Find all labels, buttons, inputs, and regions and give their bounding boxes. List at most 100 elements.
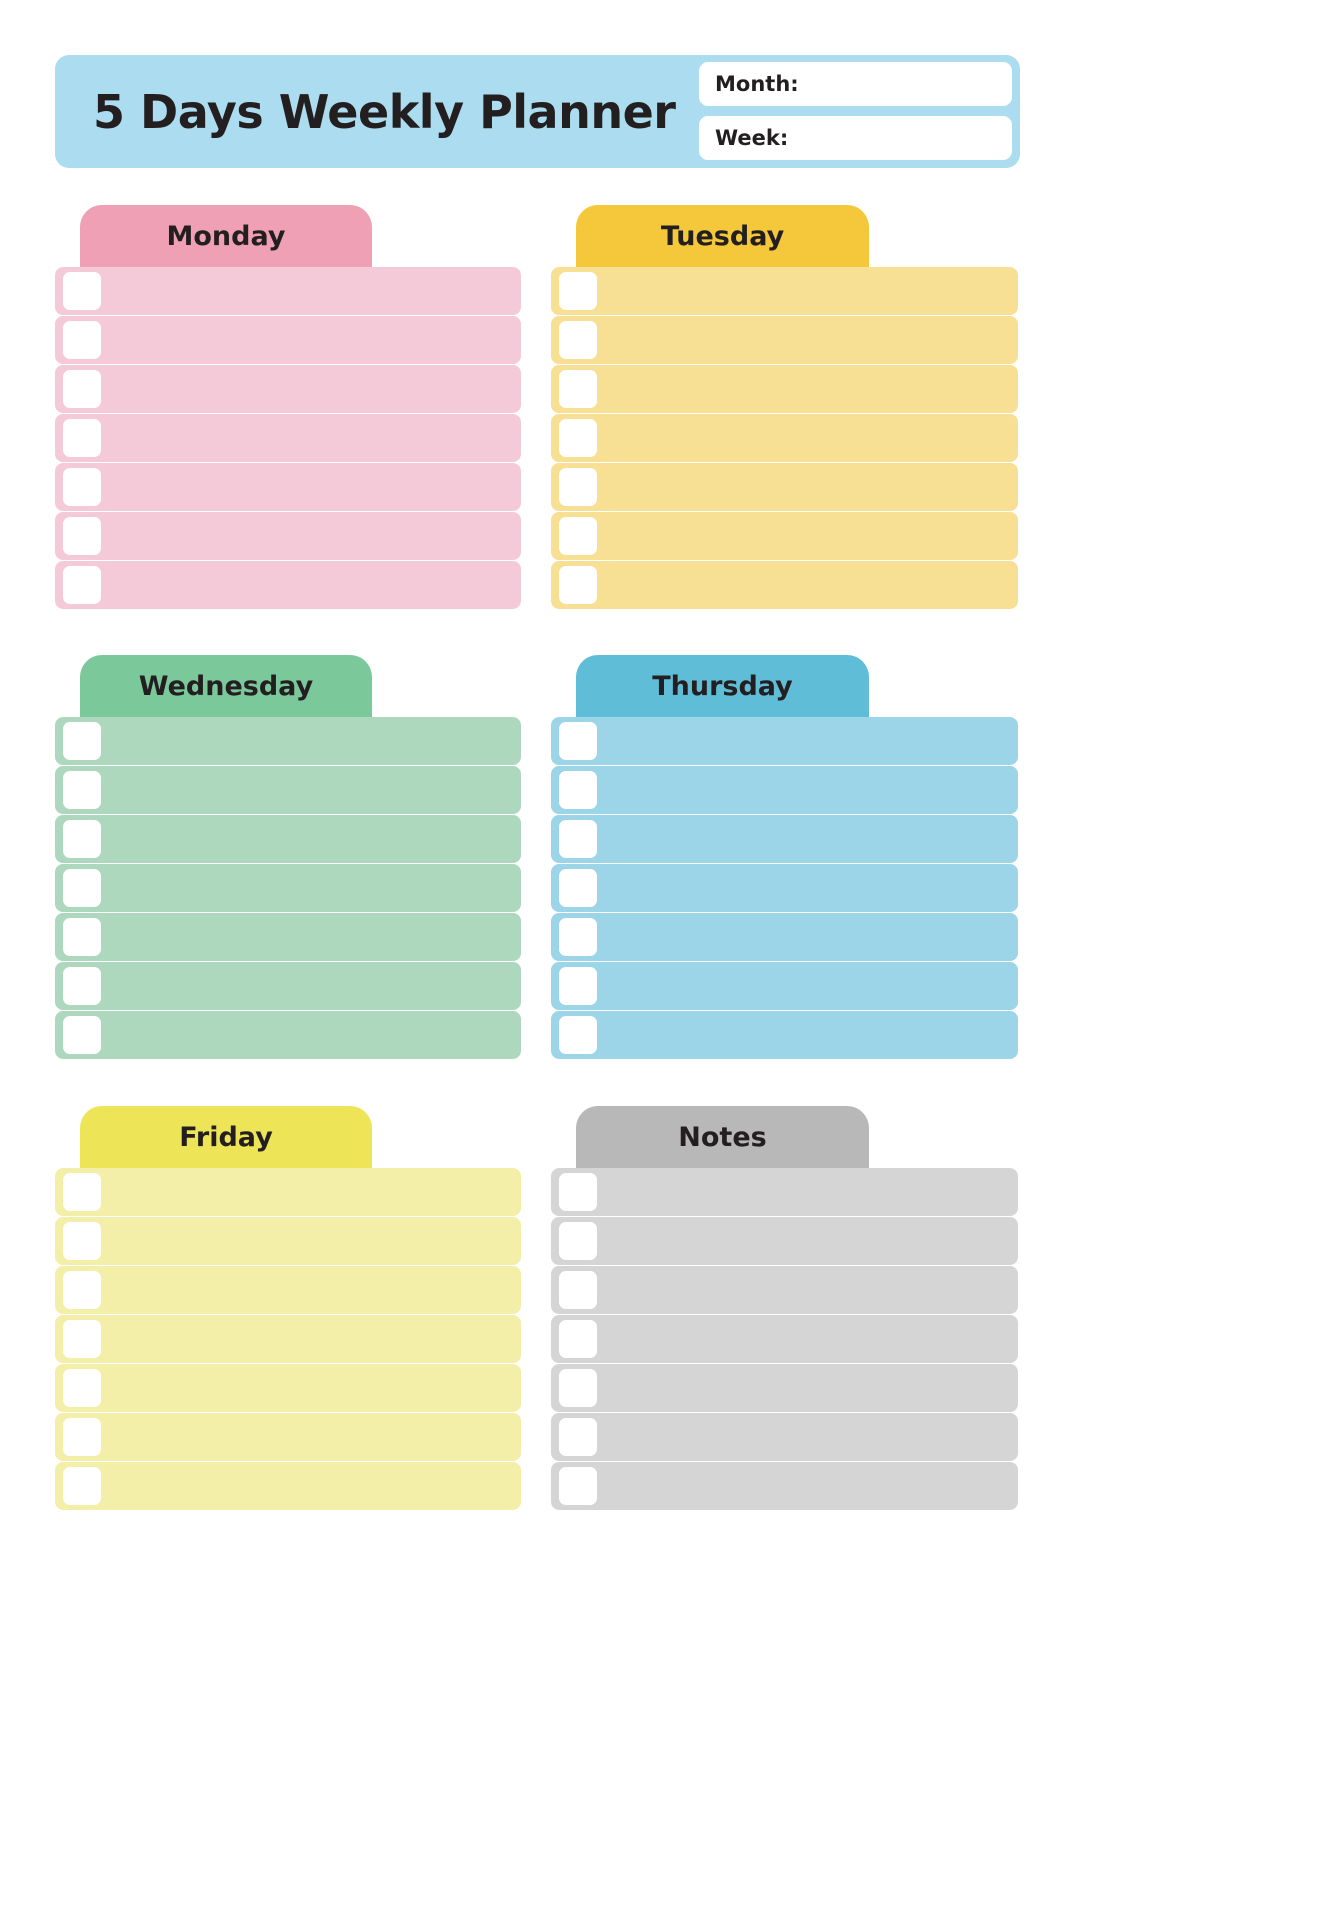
row-text-field[interactable] xyxy=(109,815,521,863)
checkbox-icon[interactable] xyxy=(63,1320,101,1358)
checkbox-icon[interactable] xyxy=(63,419,101,457)
card-row[interactable] xyxy=(551,815,1018,863)
card-row[interactable] xyxy=(55,463,521,511)
checkbox-icon[interactable] xyxy=(63,272,101,310)
row-text-field[interactable] xyxy=(109,1168,521,1216)
checkbox-icon[interactable] xyxy=(63,468,101,506)
week-field[interactable]: Week: xyxy=(699,116,1012,160)
row-text-field[interactable] xyxy=(605,962,1018,1010)
checkbox-icon[interactable] xyxy=(559,468,597,506)
checkbox-icon[interactable] xyxy=(63,722,101,760)
checkbox-icon[interactable] xyxy=(63,1016,101,1054)
checkbox-icon[interactable] xyxy=(63,869,101,907)
card-tab-thursday[interactable]: Thursday xyxy=(576,655,869,717)
card-row[interactable] xyxy=(551,913,1018,961)
card-row[interactable] xyxy=(55,815,521,863)
checkbox-icon[interactable] xyxy=(63,321,101,359)
checkbox-icon[interactable] xyxy=(559,321,597,359)
checkbox-icon[interactable] xyxy=(559,771,597,809)
checkbox-icon[interactable] xyxy=(63,517,101,555)
row-text-field[interactable] xyxy=(605,1364,1018,1412)
card-row[interactable] xyxy=(55,267,521,315)
card-row[interactable] xyxy=(55,1364,521,1412)
card-row[interactable] xyxy=(55,1315,521,1363)
card-row[interactable] xyxy=(551,1011,1018,1059)
row-text-field[interactable] xyxy=(109,365,521,413)
row-text-field[interactable] xyxy=(605,717,1018,765)
row-text-field[interactable] xyxy=(605,1217,1018,1265)
row-text-field[interactable] xyxy=(605,766,1018,814)
row-text-field[interactable] xyxy=(605,267,1018,315)
row-text-field[interactable] xyxy=(605,1168,1018,1216)
checkbox-icon[interactable] xyxy=(559,820,597,858)
checkbox-icon[interactable] xyxy=(63,566,101,604)
card-row[interactable] xyxy=(55,766,521,814)
row-text-field[interactable] xyxy=(109,766,521,814)
card-row[interactable] xyxy=(55,1413,521,1461)
card-row[interactable] xyxy=(55,1168,521,1216)
card-row[interactable] xyxy=(551,561,1018,609)
checkbox-icon[interactable] xyxy=(559,1173,597,1211)
checkbox-icon[interactable] xyxy=(559,1222,597,1260)
card-row[interactable] xyxy=(55,1217,521,1265)
card-row[interactable] xyxy=(55,717,521,765)
checkbox-icon[interactable] xyxy=(559,1320,597,1358)
row-text-field[interactable] xyxy=(109,316,521,364)
checkbox-icon[interactable] xyxy=(63,1222,101,1260)
card-row[interactable] xyxy=(551,1364,1018,1412)
row-text-field[interactable] xyxy=(109,864,521,912)
checkbox-icon[interactable] xyxy=(63,1467,101,1505)
row-text-field[interactable] xyxy=(109,913,521,961)
row-text-field[interactable] xyxy=(605,1266,1018,1314)
card-row[interactable] xyxy=(551,1413,1018,1461)
checkbox-icon[interactable] xyxy=(559,419,597,457)
card-row[interactable] xyxy=(551,717,1018,765)
row-text-field[interactable] xyxy=(605,414,1018,462)
card-row[interactable] xyxy=(551,962,1018,1010)
row-text-field[interactable] xyxy=(605,1315,1018,1363)
checkbox-icon[interactable] xyxy=(63,1271,101,1309)
card-row[interactable] xyxy=(55,365,521,413)
checkbox-icon[interactable] xyxy=(63,967,101,1005)
checkbox-icon[interactable] xyxy=(559,566,597,604)
checkbox-icon[interactable] xyxy=(559,1418,597,1456)
row-text-field[interactable] xyxy=(109,717,521,765)
row-text-field[interactable] xyxy=(109,1462,521,1510)
checkbox-icon[interactable] xyxy=(559,370,597,408)
row-text-field[interactable] xyxy=(605,815,1018,863)
card-row[interactable] xyxy=(551,1168,1018,1216)
card-row[interactable] xyxy=(551,267,1018,315)
card-row[interactable] xyxy=(551,766,1018,814)
card-tab-tuesday[interactable]: Tuesday xyxy=(576,205,869,267)
card-row[interactable] xyxy=(55,1011,521,1059)
checkbox-icon[interactable] xyxy=(559,1016,597,1054)
card-tab-notes[interactable]: Notes xyxy=(576,1106,869,1168)
card-row[interactable] xyxy=(55,864,521,912)
card-row[interactable] xyxy=(55,512,521,560)
card-row[interactable] xyxy=(55,1462,521,1510)
row-text-field[interactable] xyxy=(605,864,1018,912)
card-tab-monday[interactable]: Monday xyxy=(80,205,372,267)
card-row[interactable] xyxy=(551,1315,1018,1363)
checkbox-icon[interactable] xyxy=(559,1467,597,1505)
card-row[interactable] xyxy=(55,316,521,364)
row-text-field[interactable] xyxy=(109,267,521,315)
checkbox-icon[interactable] xyxy=(559,1369,597,1407)
checkbox-icon[interactable] xyxy=(559,272,597,310)
row-text-field[interactable] xyxy=(109,463,521,511)
row-text-field[interactable] xyxy=(605,913,1018,961)
row-text-field[interactable] xyxy=(605,1462,1018,1510)
checkbox-icon[interactable] xyxy=(63,1369,101,1407)
card-row[interactable] xyxy=(551,864,1018,912)
checkbox-icon[interactable] xyxy=(63,918,101,956)
row-text-field[interactable] xyxy=(109,1217,521,1265)
checkbox-icon[interactable] xyxy=(63,1173,101,1211)
row-text-field[interactable] xyxy=(109,1315,521,1363)
row-text-field[interactable] xyxy=(605,463,1018,511)
checkbox-icon[interactable] xyxy=(559,1271,597,1309)
row-text-field[interactable] xyxy=(605,561,1018,609)
card-row[interactable] xyxy=(551,365,1018,413)
checkbox-icon[interactable] xyxy=(63,1418,101,1456)
card-row[interactable] xyxy=(551,1217,1018,1265)
row-text-field[interactable] xyxy=(109,1266,521,1314)
